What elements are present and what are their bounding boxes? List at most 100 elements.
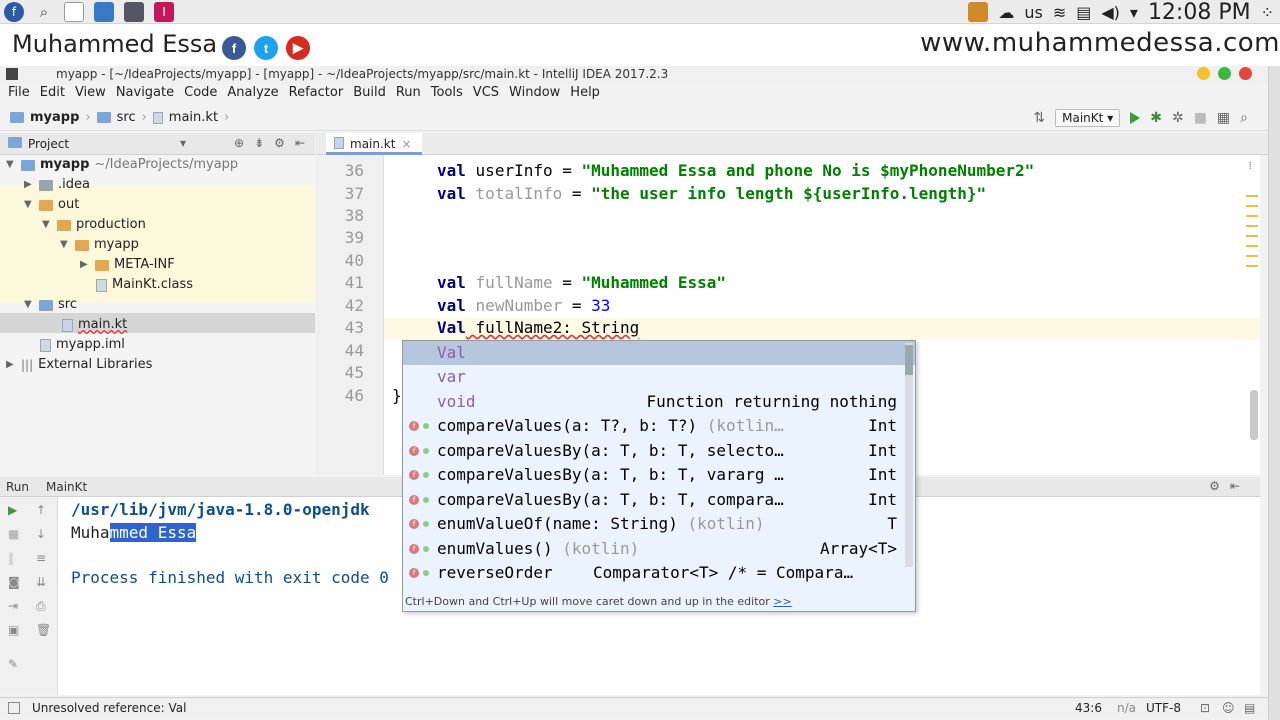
tree-item-main-kt[interactable]: main.kt bbox=[62, 315, 127, 335]
coverage-icon[interactable]: ✲ bbox=[1172, 110, 1184, 126]
soft-wrap-icon[interactable]: ≡ bbox=[36, 551, 50, 565]
completion-item[interactable]: f compareValuesBy(a: T, b: T, selecto… Int bbox=[403, 439, 915, 463]
menu-help[interactable]: Help bbox=[570, 84, 610, 104]
tree-item-mainkt-class[interactable]: MainKt.class bbox=[96, 275, 193, 295]
chevron-down-icon[interactable]: ▼ bbox=[42, 215, 52, 235]
breadcrumb-file[interactable]: main.kt bbox=[169, 110, 218, 125]
tree-item-external-libraries[interactable]: ▶ ||| External Libraries bbox=[6, 355, 152, 375]
tree-item-myapp-output[interactable]: ▼ myapp bbox=[60, 235, 139, 255]
caret-position[interactable]: 43:6 bbox=[1075, 701, 1102, 715]
tab-main-kt[interactable]: main.kt × bbox=[326, 133, 422, 155]
exit-icon[interactable]: ⇥ bbox=[8, 599, 22, 613]
completion-item[interactable]: f compareValues(a: T?, b: T?) (kotlin… Int bbox=[403, 414, 915, 438]
chevron-down-icon[interactable]: ▼ bbox=[24, 295, 34, 315]
trash-icon[interactable]: 🗑 bbox=[36, 623, 51, 637]
completion-item[interactable]: var bbox=[403, 365, 915, 389]
clipboard-icon[interactable]: ▤ bbox=[1076, 3, 1091, 22]
pin-icon[interactable]: ✎ bbox=[8, 657, 22, 671]
completion-item[interactable]: f enumValues() (kotlin) Array<T> bbox=[403, 537, 915, 561]
event-log-icon[interactable]: ▤ bbox=[1244, 701, 1255, 715]
locate-icon[interactable]: ⊕ bbox=[234, 136, 244, 150]
fedora-icon[interactable]: f bbox=[4, 2, 24, 22]
wifi-icon[interactable]: ≋ bbox=[1053, 3, 1066, 22]
close-icon[interactable]: × bbox=[401, 137, 411, 152]
menu-build[interactable]: Build bbox=[353, 84, 396, 104]
completion-hint-link[interactable]: >> bbox=[773, 595, 791, 608]
collapse-icon[interactable]: ⇟ bbox=[254, 136, 264, 150]
scroll-end-icon[interactable]: ⇊ bbox=[36, 575, 50, 589]
chevron-right-icon[interactable]: ▶ bbox=[24, 175, 34, 195]
search-icon[interactable]: ⌕ bbox=[34, 2, 54, 22]
error-stripe[interactable] bbox=[1246, 195, 1260, 275]
close-button[interactable] bbox=[1239, 67, 1252, 80]
menu-refactor[interactable]: Refactor bbox=[289, 84, 354, 104]
keyboard-layout[interactable]: us bbox=[1024, 3, 1042, 22]
camera-icon[interactable]: ◙ bbox=[8, 575, 22, 589]
menu-code[interactable]: Code bbox=[184, 84, 227, 104]
rerun-icon[interactable]: ▶ bbox=[8, 503, 22, 517]
tree-item-production[interactable]: ▼ production bbox=[42, 215, 146, 235]
menu-navigate[interactable]: Navigate bbox=[116, 84, 184, 104]
clock[interactable]: 12:08 PM bbox=[1148, 0, 1251, 25]
hide-icon[interactable]: ⇤ bbox=[295, 136, 305, 150]
menu-tools[interactable]: Tools bbox=[431, 84, 473, 104]
stop-icon[interactable]: ■ bbox=[8, 527, 22, 541]
gear-icon[interactable]: ⚙ bbox=[274, 136, 285, 150]
run-config-select[interactable]: MainKt ▾ bbox=[1055, 109, 1121, 127]
chevron-right-icon[interactable]: ▶ bbox=[6, 355, 16, 375]
hector-icon[interactable]: ☺ bbox=[1222, 701, 1235, 715]
run-config-tab[interactable]: MainKt bbox=[46, 480, 87, 494]
up-icon[interactable]: ↑ bbox=[36, 503, 50, 517]
files-icon[interactable] bbox=[94, 2, 114, 22]
tree-item-meta-inf[interactable]: ▶ META-INF bbox=[80, 255, 175, 275]
network-cloud-icon[interactable]: ☁ bbox=[998, 3, 1014, 22]
gear-icon[interactable]: ⚙ bbox=[1209, 479, 1220, 493]
completion-item[interactable]: f compareValuesBy(a: T, b: T, compara… Int bbox=[403, 488, 915, 512]
breadcrumb-src[interactable]: src bbox=[117, 110, 136, 125]
print-icon[interactable]: ⎙ bbox=[36, 599, 50, 613]
code-completion-popup[interactable]: Val var void Function returning nothing f… bbox=[402, 340, 916, 612]
completion-item[interactable]: f compareValuesBy(a: T, b: T, vararg … Int bbox=[403, 463, 915, 487]
tree-item-out[interactable]: ▼ out bbox=[24, 195, 79, 215]
down-icon[interactable]: ↓ bbox=[36, 527, 50, 541]
completion-item[interactable]: f reverseOrder Comparator<T> /* = Compara… bbox=[403, 561, 915, 585]
run-panel-title[interactable]: Run bbox=[6, 480, 29, 494]
intellij-icon[interactable]: I bbox=[154, 2, 174, 22]
menu-view[interactable]: View bbox=[75, 84, 116, 104]
tree-item-myapp-iml[interactable]: myapp.iml bbox=[40, 335, 125, 355]
layout-icon[interactable]: ▣ bbox=[8, 623, 22, 637]
hide-icon[interactable]: ⇤ bbox=[1230, 479, 1240, 493]
menu-vcs[interactable]: VCS bbox=[473, 84, 509, 104]
line-separator[interactable]: n/a bbox=[1117, 701, 1136, 715]
tree-item-myapp[interactable]: ▼ myapp ~/IdeaProjects/myapp bbox=[6, 155, 238, 175]
completion-item[interactable]: void Function returning nothing bbox=[403, 390, 915, 414]
chevron-down-icon[interactable]: ▼ bbox=[24, 195, 34, 215]
search-icon[interactable]: ⌕ bbox=[1240, 110, 1248, 126]
editor-scrollbar[interactable] bbox=[1250, 390, 1258, 440]
menu-run[interactable]: Run bbox=[396, 84, 431, 104]
chevron-down-icon[interactable]: ▼ bbox=[60, 235, 70, 255]
completion-scrollbar[interactable] bbox=[905, 343, 913, 567]
menu-file[interactable]: File bbox=[8, 84, 40, 104]
volume-icon[interactable]: ◀) bbox=[1101, 3, 1120, 22]
maximize-button[interactable] bbox=[1218, 67, 1231, 80]
completion-item[interactable]: f enumValueOf(name: String) (kotlin) T bbox=[403, 512, 915, 536]
chevron-right-icon[interactable]: ▶ bbox=[80, 255, 90, 275]
tree-item-src[interactable]: ▼ src bbox=[24, 295, 77, 315]
minimize-button[interactable] bbox=[1197, 67, 1210, 80]
chevron-down-icon[interactable]: ▾ bbox=[180, 136, 186, 150]
build-icon[interactable]: ⇅ bbox=[1033, 110, 1045, 126]
toggle-tool-windows-icon[interactable] bbox=[8, 702, 20, 714]
completion-scroll-thumb[interactable] bbox=[905, 345, 913, 375]
project-structure-icon[interactable]: ▦ bbox=[1217, 110, 1230, 126]
file-encoding[interactable]: UTF-8 bbox=[1146, 701, 1181, 715]
settings-icon[interactable]: ⁘ bbox=[1261, 3, 1274, 22]
run-icon[interactable] bbox=[1130, 112, 1141, 124]
pause-icon[interactable]: ‖ bbox=[8, 551, 22, 565]
app-tray-icon[interactable] bbox=[968, 2, 989, 22]
menu-window[interactable]: Window bbox=[509, 84, 570, 104]
debug-icon[interactable]: ✱ bbox=[1150, 110, 1162, 126]
breadcrumb-project[interactable]: myapp bbox=[30, 110, 79, 125]
lock-icon[interactable]: ⊡ bbox=[1200, 701, 1210, 715]
chevron-down-icon[interactable]: ▾ bbox=[1130, 3, 1138, 22]
